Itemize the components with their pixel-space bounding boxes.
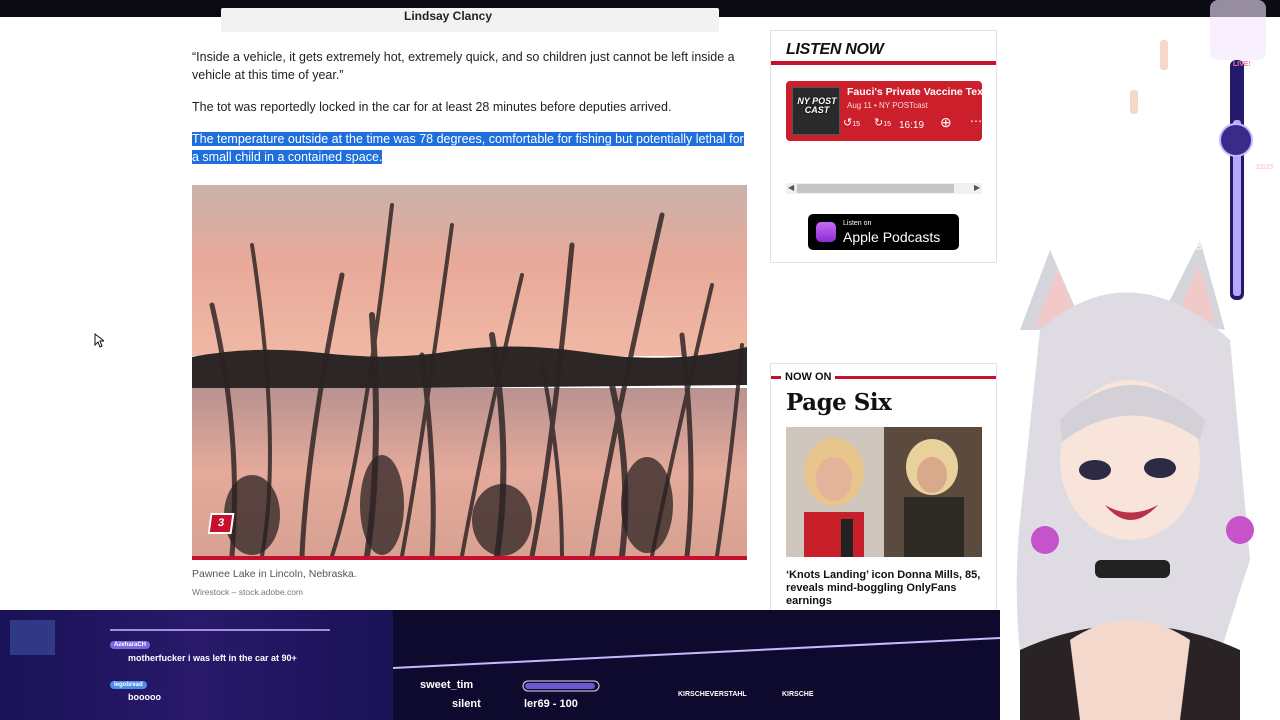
page-six-logo[interactable]: Page Six [786,389,892,416]
episode-meta: Aug 11 • NY POSTcast [847,101,928,110]
article-paragraph: The tot was reportedly locked in the car… [192,100,672,114]
rewind-seconds: 15 [852,121,861,128]
hud-label: silent [452,698,481,710]
overlay-frame [0,610,1001,720]
chat-username: AzeharaCH [110,641,151,649]
article-paragraph: “Inside a vehicle, it gets extremely hot… [192,50,735,82]
twitter-handle: KIRSCHEVERSTAHL [678,691,747,698]
episode-title[interactable]: Fauci's Private Vaccine Texts [847,86,982,98]
vtuber-avatar [1016,0,1266,720]
story-headline[interactable]: ‘Knots Landing’ icon Donna Mills, 85, re… [786,569,986,608]
rewind-icon[interactable]: ↺15 [843,116,860,129]
podcast-player[interactable]: NY POST CAST Fauci's Private Vaccine Tex… [786,81,982,141]
highlighted-paragraph: The temperature outside at the time was … [192,130,752,166]
chat-message: booooo [128,692,161,702]
apple-listen-on-label: Listen on [843,220,872,227]
add-icon[interactable]: ⊕ [940,114,952,131]
photo-caption: Pawnee Lake in Lincoln, Nebraska. [192,568,357,580]
story-thumbnail[interactable] [786,427,982,557]
discord-handle: KIRSCHE [782,691,814,698]
goal-progress-text: ler69 - 100 [524,698,578,710]
mouse-cursor-icon [94,332,106,353]
vtuber-overlay: LIVE! 22/25 Daily Sub Goal [1000,0,1280,720]
scroll-right-icon[interactable]: ▶ [974,183,980,192]
scroll-left-icon[interactable]: ◀ [788,183,794,192]
chat-username: legobread [110,681,147,689]
listen-now-title: LISTEN NOW [786,41,884,58]
sub-goal-count: 22/25 [1256,164,1274,171]
listen-now-underline [771,61,996,65]
more-options-icon[interactable]: ⋯ [970,114,982,128]
sub-goal-label: Daily Sub Goal [1196,200,1203,250]
hud-label: sweet_tim [420,679,474,691]
now-on-label: NOW ON [781,371,836,383]
live-indicator: LIVE! [1233,61,1251,68]
gallery-count-badge[interactable]: 3 [207,513,235,534]
apple-podcasts-label: Apple Podcasts [843,229,941,245]
fast-forward-icon[interactable]: ↻15 [874,116,891,129]
text-selection[interactable]: The temperature outside at the time was … [192,132,744,164]
forward-seconds: 15 [883,121,892,128]
podcast-artwork[interactable]: NY POST CAST [792,87,840,135]
article-photo[interactable] [192,185,747,556]
stream-bottom-overlay: AzeharaCH motherfucker i was left in the… [0,610,1001,720]
lake-sunset-image [192,185,747,556]
photo-divider [192,556,747,560]
podcast-logo-text: NY POST CAST [797,96,837,115]
apple-podcasts-button[interactable]: Listen on Apple Podcasts [808,214,959,250]
apple-podcasts-icon [816,222,836,242]
article-body: “Inside a vehicle, it gets extremely hot… [192,48,752,180]
episode-duration: 16:19 [899,120,925,131]
player-scroll-thumb[interactable] [797,184,954,193]
photo-credit: Wirestock – stock.adobe.com [192,587,304,597]
chat-message: motherfucker i was left in the car at 90… [128,653,297,663]
author-byline[interactable]: Lindsay Clancy [404,9,492,23]
story-photo [786,427,982,557]
